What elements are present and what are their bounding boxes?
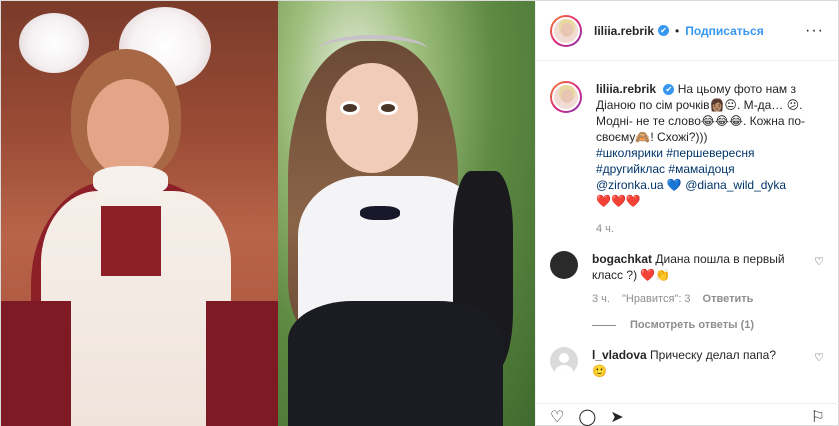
- author-username[interactable]: liliia.rebrik: [594, 24, 654, 38]
- commenter-username[interactable]: l_vladova: [592, 348, 647, 362]
- mention-diana[interactable]: @diana_wild_dyka: [685, 178, 786, 192]
- view-replies-button[interactable]: Посмотреть ответы (1): [592, 317, 802, 333]
- comments-area[interactable]: liliia.rebrik ✔ На цьому фото нам з Діан…: [536, 61, 838, 379]
- comment-meta: 3 ч. "Нравится": 3 Ответить: [592, 291, 802, 307]
- red-hearts-icon: ❤️❤️❤️: [596, 194, 641, 208]
- photo-modern-girl: [277, 1, 535, 426]
- divider: [592, 324, 616, 326]
- smile-icon: 🙂: [592, 364, 607, 378]
- separator: •: [675, 23, 680, 38]
- blue-heart-icon: 💙: [666, 178, 682, 192]
- caption-username[interactable]: liliia.rebrik: [596, 82, 656, 96]
- mention-zironka[interactable]: @zironka.ua: [596, 178, 664, 192]
- follow-button[interactable]: Подписаться: [685, 24, 763, 38]
- emoji-laughing-icon: 😂😂😂: [700, 114, 743, 128]
- commenter-username[interactable]: bogachkat: [592, 252, 652, 266]
- collar: [93, 166, 168, 196]
- verified-badge-icon: ✔: [663, 84, 675, 96]
- face-modern: [325, 63, 418, 173]
- comment-item: bogachkat Диана пошла в первый класс ?) …: [550, 251, 824, 333]
- headband: [317, 35, 428, 65]
- caption-avatar[interactable]: [550, 81, 582, 113]
- reply-button[interactable]: Ответить: [703, 291, 754, 307]
- emoji-confused-icon: 😕: [786, 98, 800, 112]
- emoji-woman-icon: 👩🏽😐: [709, 98, 737, 112]
- apron-bib: [101, 206, 161, 276]
- view-replies-label: Посмотреть ответы (1): [630, 319, 755, 331]
- photo-vintage-girl: [1, 1, 278, 426]
- instagram-post: liliia.rebrik ✔ • Подписаться ··· liliia…: [0, 0, 839, 426]
- commenter-avatar[interactable]: [550, 347, 578, 375]
- more-options-icon[interactable]: ···: [805, 22, 824, 40]
- eye-right: [377, 101, 398, 115]
- caption-time[interactable]: 4 ч.: [596, 221, 824, 237]
- comment-like-icon[interactable]: ♡: [814, 251, 824, 333]
- comment-time[interactable]: 3 ч.: [592, 291, 610, 307]
- eye-left: [339, 101, 360, 115]
- comment-likes[interactable]: "Нравится": 3: [622, 291, 691, 307]
- comment-icon[interactable]: ◯: [578, 409, 596, 426]
- author-avatar[interactable]: [550, 14, 582, 47]
- caption-line5: ! Схожі?))): [650, 130, 708, 144]
- comment-body: l_vladova Прическу делал папа? 🙂: [592, 347, 802, 379]
- sleeve-left: [1, 301, 71, 426]
- share-icon[interactable]: ➤: [610, 409, 623, 426]
- heart-clap-icon: ❤️👏: [640, 268, 671, 282]
- like-icon[interactable]: ♡: [550, 409, 564, 426]
- bow-tie: [359, 206, 400, 220]
- caption-text: liliia.rebrik ✔ На цьому фото нам з Діан…: [596, 81, 824, 237]
- verified-badge-icon: ✔: [658, 25, 670, 36]
- face: [87, 79, 169, 177]
- post-media[interactable]: [1, 1, 535, 426]
- post-header: liliia.rebrik ✔ • Подписаться ···: [536, 1, 838, 61]
- comment-item: l_vladova Прическу делал папа? 🙂 ♡: [550, 347, 824, 379]
- comment-like-icon[interactable]: ♡: [814, 347, 824, 379]
- skirt: [287, 301, 503, 426]
- hashtags-line1[interactable]: #школярики #першевересня: [596, 146, 754, 160]
- caption-line2: . М-да…: [736, 98, 784, 112]
- emoji-monkey-icon: 🙈: [635, 130, 651, 144]
- commenter-avatar[interactable]: [550, 251, 578, 279]
- comment-text: Прическу делал папа?: [650, 348, 776, 362]
- comment-body: bogachkat Диана пошла в первый класс ?) …: [592, 251, 802, 333]
- caption: liliia.rebrik ✔ На цьому фото нам з Діан…: [550, 81, 824, 237]
- sleeve-right: [206, 301, 278, 426]
- bow-left: [19, 13, 89, 73]
- save-icon[interactable]: ⚐: [811, 409, 825, 426]
- action-bar: ♡ ◯ ➤ ⚐: [536, 403, 839, 426]
- hashtags-line2[interactable]: #другийклас #мамаідоця: [596, 162, 735, 176]
- post-sidebar: liliia.rebrik ✔ • Подписаться ··· liliia…: [535, 1, 839, 426]
